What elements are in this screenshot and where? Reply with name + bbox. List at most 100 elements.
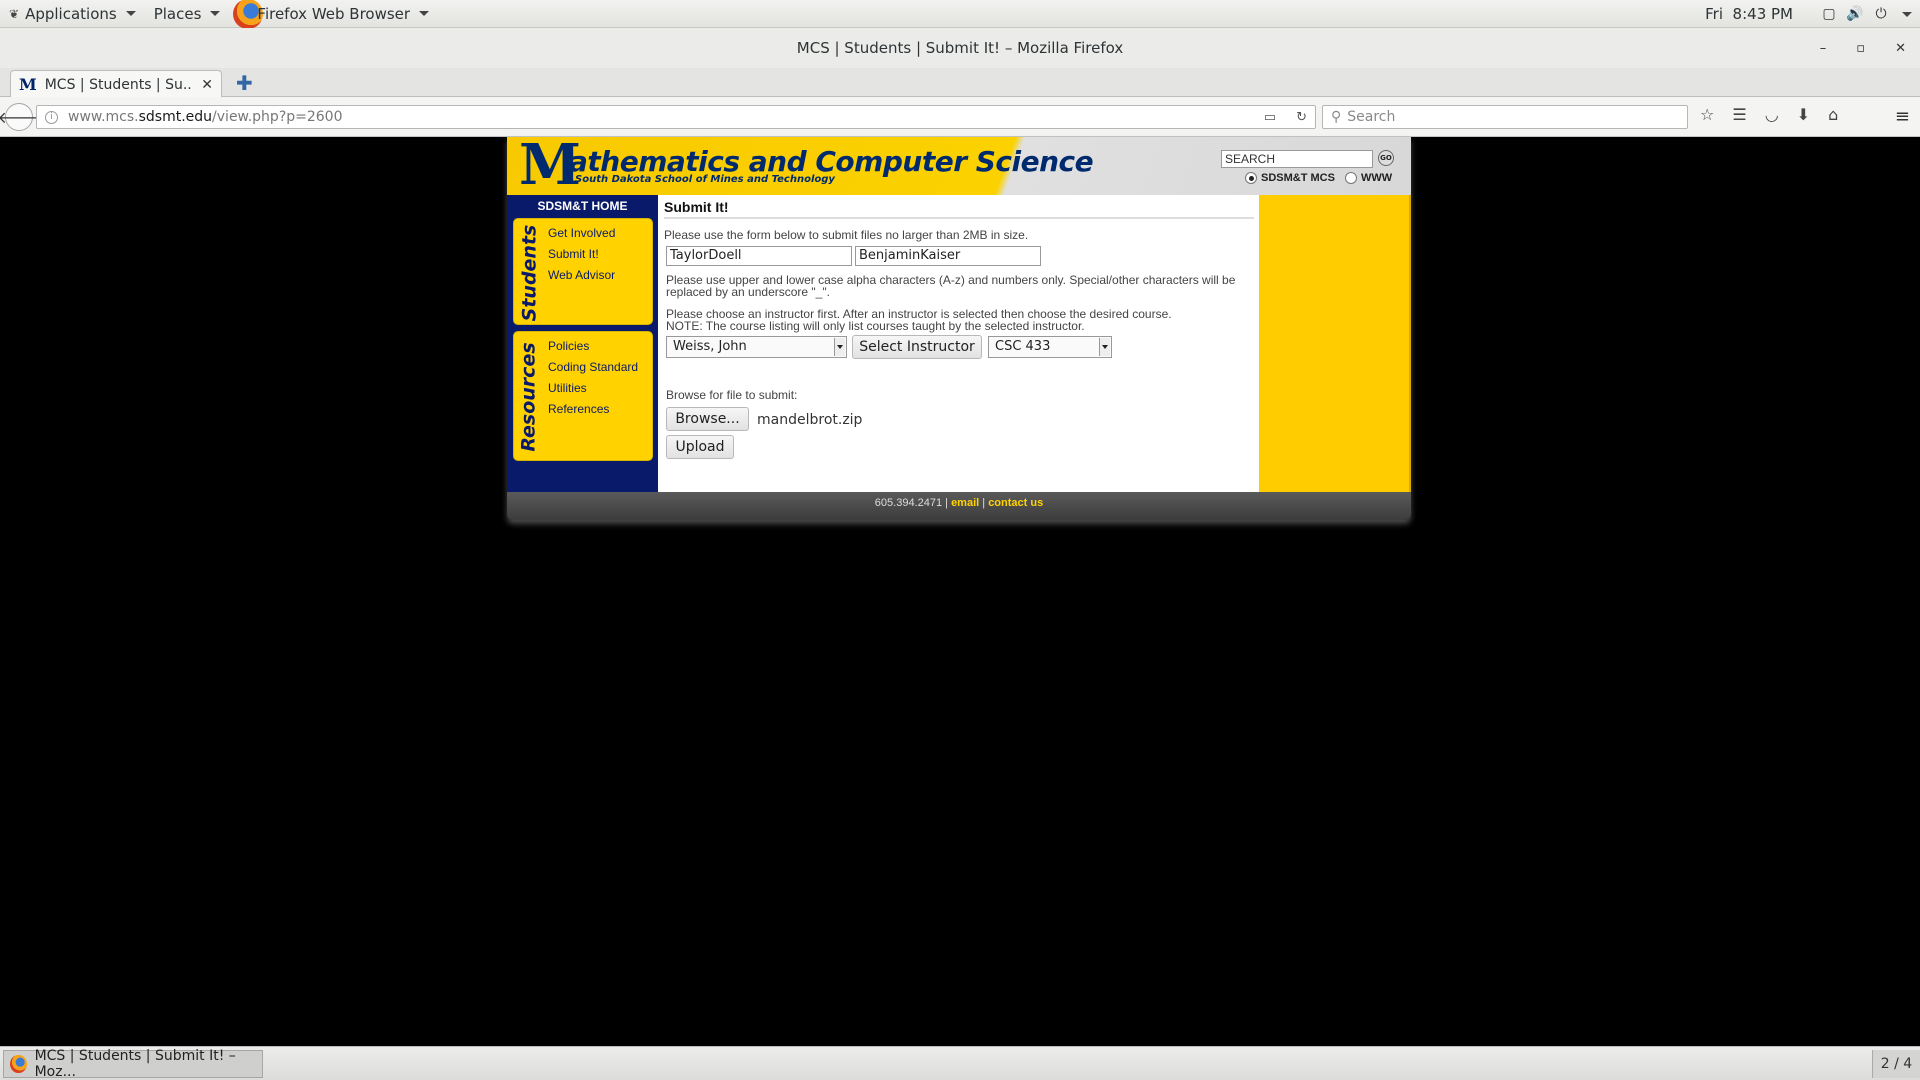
download-icon[interactable]: ⬇: [1797, 105, 1810, 124]
chevron-down-icon: [210, 11, 221, 16]
applications-menu[interactable]: ❦ Applications: [0, 0, 145, 28]
window-list-taskbar: MCS | Students | Submit It! – Moz... 2 /…: [0, 1046, 1920, 1080]
gnome-foot-icon: ❦: [9, 6, 20, 21]
window-titlebar: MCS | Students | Submit It! – Mozilla Fi…: [0, 28, 1920, 68]
character-rules-text: Please use upper and lower case alpha ch…: [666, 273, 1236, 299]
tab-strip: M MCS | Students | Su... ✕ ✚: [0, 68, 1920, 98]
reader-view-icon[interactable]: ▭: [1264, 110, 1276, 125]
upload-button[interactable]: Upload: [666, 435, 734, 459]
nav-item-get-involved[interactable]: Get Involved: [548, 223, 615, 244]
select-instructor-button[interactable]: Select Instructor: [852, 335, 982, 359]
clock[interactable]: Fri 8:43 PM: [1705, 5, 1793, 23]
scope-label-mcs: SDSM&T MCS: [1261, 172, 1335, 184]
minimize-button[interactable]: –: [1820, 41, 1827, 56]
active-app-label: Firefox Web Browser: [257, 4, 411, 23]
new-tab-button[interactable]: ✚: [236, 71, 253, 95]
url-text: www.mcs.sdsmt.edu/view.php?p=2600: [68, 109, 343, 125]
size-limit-text: Please use the form below to submit file…: [664, 228, 1029, 242]
footer-email-link[interactable]: email: [951, 497, 979, 509]
students-nav-box: Students Get Involved Submit It! Web Adv…: [513, 218, 653, 325]
url-domain: sdsmt.edu: [138, 109, 213, 125]
back-arrow-icon: 🡐: [0, 108, 41, 127]
course-select[interactable]: CSC 433: [988, 336, 1112, 358]
maximize-button[interactable]: ▫: [1856, 41, 1865, 56]
nav-item-references[interactable]: References: [548, 399, 638, 420]
pocket-icon[interactable]: ◡: [1765, 105, 1779, 124]
places-menu[interactable]: Places: [145, 0, 230, 28]
chevron-down-icon: [419, 11, 430, 16]
taskbar-firefox-item[interactable]: MCS | Students | Submit It! – Moz...: [3, 1048, 263, 1080]
scope-label-www: WWW: [1361, 172, 1393, 184]
footer-phone: 605.394.2471 |: [874, 497, 948, 509]
window-icon[interactable]: ▢: [1821, 6, 1837, 22]
browse-label: Browse for file to submit:: [666, 388, 798, 402]
back-button[interactable]: 🡐: [0, 103, 40, 131]
radio-unselected-icon: [1345, 172, 1357, 184]
navigation-toolbar: 🡐 i www.mcs.sdsmt.edu/view.php?p=2600 ▭ …: [0, 97, 1920, 137]
main-content: Submit It! Please use the form below to …: [658, 195, 1259, 492]
resources-nav-list: Policies Coding Standard Utilities Refer…: [548, 336, 638, 420]
radio-selected-icon: [1245, 172, 1257, 184]
footer-separator: |: [982, 497, 986, 509]
nav-item-coding-standard[interactable]: Coding Standard: [548, 357, 638, 378]
site-header: M athematics and Computer Science South …: [507, 137, 1411, 195]
nav-item-utilities[interactable]: Utilities: [548, 378, 638, 399]
dropdown-arrow-icon: [1099, 338, 1110, 356]
site-footer: 605.394.2471 | email | contact us: [507, 492, 1411, 520]
reading-list-icon[interactable]: ☰: [1732, 105, 1746, 124]
chevron-down-icon: [125, 11, 136, 16]
places-menu-label: Places: [153, 4, 202, 23]
close-button[interactable]: ✕: [1895, 41, 1906, 56]
left-sidebar: SDSM&T HOME Students Get Involved Submit…: [507, 195, 658, 492]
scope-option-www[interactable]: WWW: [1345, 172, 1392, 184]
url-prefix: www.mcs.: [68, 109, 139, 125]
url-bar[interactable]: i www.mcs.sdsmt.edu/view.php?p=2600 ▭ ↻: [36, 105, 1316, 129]
reload-icon[interactable]: ↻: [1296, 110, 1307, 125]
student-name-1-field[interactable]: TaylorDoell: [666, 246, 852, 266]
instructor-select[interactable]: Weiss, John: [666, 336, 847, 358]
web-page: M athematics and Computer Science South …: [507, 137, 1411, 520]
nav-item-web-advisor[interactable]: Web Advisor: [548, 265, 615, 286]
course-select-value: CSC 433: [995, 339, 1051, 354]
bookmark-star-icon[interactable]: ☆: [1700, 105, 1714, 124]
browser-tab[interactable]: M MCS | Students | Su... ✕: [10, 70, 222, 98]
gnome-top-bar: ❦ Applications Places Firefox Web Browse…: [0, 0, 1920, 29]
selected-file-name: mandelbrot.zip: [757, 412, 863, 428]
footer-contact-link[interactable]: contact us: [988, 497, 1043, 509]
student-name-2-field[interactable]: BenjaminKaiser: [855, 246, 1041, 266]
search-placeholder: Search: [1347, 109, 1396, 125]
volume-icon[interactable]: 🔊: [1846, 6, 1863, 22]
tab-close-icon[interactable]: ✕: [201, 77, 213, 93]
chevron-down-icon[interactable]: [1902, 11, 1912, 17]
active-app-menu[interactable]: Firefox Web Browser: [229, 0, 438, 29]
search-bar[interactable]: ⚲ Search: [1322, 105, 1688, 129]
firefox-logo-icon: [10, 1055, 27, 1073]
site-search-input[interactable]: SEARCH: [1221, 150, 1373, 168]
right-sidebar: [1259, 195, 1411, 492]
tab-favicon: M: [19, 75, 37, 94]
taskbar-item-label: MCS | Students | Submit It! – Moz...: [34, 1048, 236, 1080]
browse-button[interactable]: Browse...: [666, 407, 749, 431]
nav-item-submit-it[interactable]: Submit It!: [548, 244, 615, 265]
search-icon: ⚲: [1331, 109, 1342, 125]
workspace-indicator[interactable]: 2 / 4: [1872, 1050, 1920, 1078]
sdsmt-home-link[interactable]: SDSM&T HOME: [507, 199, 658, 213]
resources-nav-box: Resources Policies Coding Standard Utili…: [513, 331, 653, 461]
site-info-icon[interactable]: i: [45, 110, 58, 124]
nav-item-policies[interactable]: Policies: [548, 336, 638, 357]
students-section-label: Students: [518, 224, 541, 321]
hamburger-menu-icon[interactable]: ≡: [1895, 106, 1910, 127]
url-path: /view.php?p=2600: [212, 109, 343, 125]
power-icon[interactable]: ⏻: [1873, 6, 1889, 22]
search-go-button[interactable]: GO: [1378, 150, 1394, 166]
applications-menu-label: Applications: [25, 4, 117, 23]
dropdown-arrow-icon: [834, 338, 845, 356]
tab-label: MCS | Students | Su...: [44, 76, 194, 93]
students-nav-list: Get Involved Submit It! Web Advisor: [548, 223, 615, 286]
page-title: Submit It!: [664, 199, 1254, 219]
home-icon[interactable]: ⌂: [1828, 105, 1838, 124]
course-listing-note: NOTE: The course listing will only list …: [666, 319, 1085, 333]
window-title: MCS | Students | Submit It! – Mozilla Fi…: [796, 39, 1124, 57]
scope-option-mcs[interactable]: SDSM&T MCS: [1245, 172, 1335, 184]
resources-section-label: Resources: [518, 342, 541, 452]
